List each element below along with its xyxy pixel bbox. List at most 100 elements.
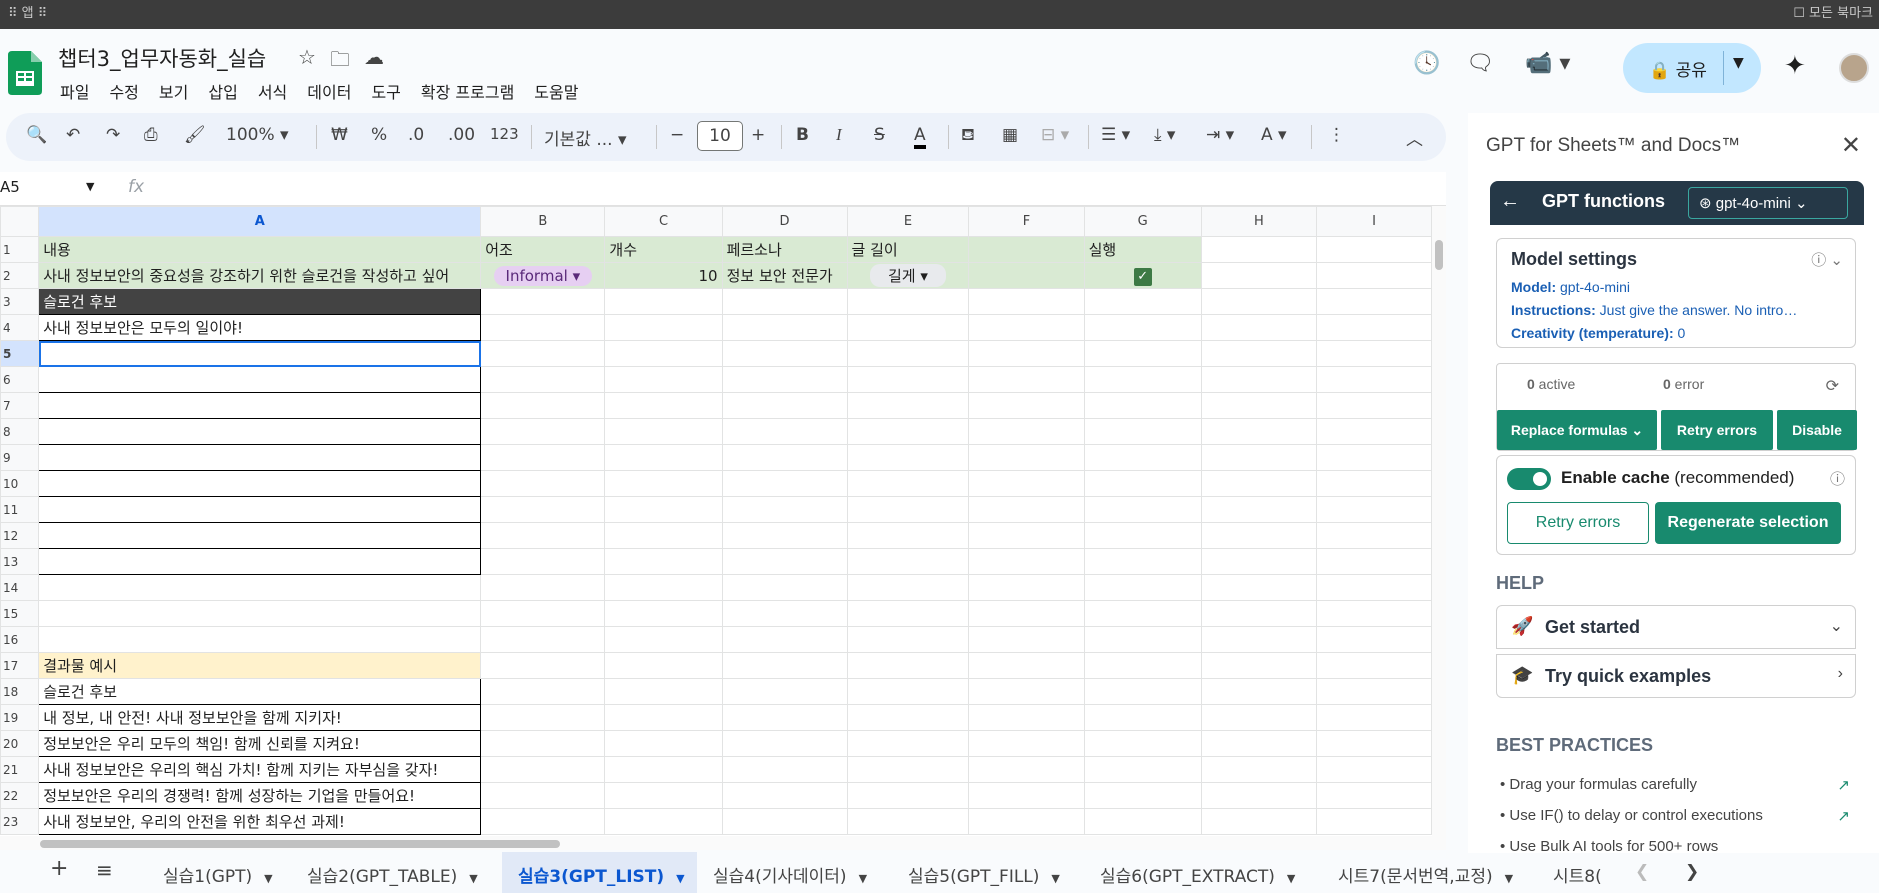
cell[interactable] — [1200, 314, 1318, 341]
cell[interactable] — [604, 314, 723, 341]
cell[interactable] — [480, 652, 606, 679]
scroll-thumb[interactable] — [40, 840, 560, 848]
row-header[interactable]: 5 — [0, 340, 40, 367]
cell[interactable] — [1083, 782, 1202, 809]
cell[interactable] — [968, 704, 1085, 731]
fill-color-icon[interactable]: ⛾ — [961, 125, 975, 147]
cell[interactable] — [1316, 340, 1432, 367]
cell[interactable] — [721, 470, 848, 497]
cell[interactable] — [1083, 314, 1202, 341]
name-box[interactable]: A5 — [0, 178, 100, 196]
cell[interactable] — [1083, 392, 1202, 419]
star-icon[interactable]: ☆ — [298, 45, 316, 79]
cell[interactable] — [846, 548, 970, 575]
cell[interactable] — [1316, 756, 1432, 783]
print-icon[interactable]: ⎙ — [144, 125, 158, 145]
sheet-tab[interactable]: 시트7(문서번역,교정) ▼ — [1338, 862, 1513, 887]
cell-a18[interactable]: 슬로건 후보 — [38, 678, 482, 705]
cell[interactable] — [846, 782, 970, 809]
length-dropdown-chip[interactable]: 길게 ▾ — [870, 264, 946, 287]
row-header[interactable]: 22 — [0, 782, 40, 809]
row-header[interactable]: 12 — [0, 522, 40, 549]
cell[interactable] — [1200, 340, 1318, 367]
cell[interactable] — [968, 756, 1085, 783]
scroll-tabs-left-icon[interactable]: ❮ — [1635, 862, 1649, 882]
help-icon[interactable]: ⓘ — [1830, 468, 1845, 489]
cell[interactable] — [846, 444, 970, 471]
cell[interactable] — [1316, 392, 1432, 419]
borders-icon[interactable]: ▦ — [1002, 125, 1018, 145]
cell-d2[interactable]: 정보 보안 전문가 — [721, 262, 848, 289]
cell[interactable] — [480, 314, 606, 341]
cell[interactable] — [1200, 678, 1318, 705]
cell-i3[interactable] — [1316, 288, 1432, 315]
cell[interactable] — [38, 600, 482, 627]
font-size-increase-icon[interactable]: + — [751, 125, 765, 145]
cell[interactable] — [1316, 808, 1432, 835]
row-header[interactable]: 21 — [0, 756, 40, 783]
column-header-h[interactable]: H — [1200, 206, 1318, 237]
cell[interactable] — [846, 340, 970, 367]
share-dropdown-icon[interactable]: ▼ — [1733, 55, 1744, 71]
best-practice-item[interactable]: • Use IF() to delay or control execution… — [1500, 807, 1850, 825]
column-header-f[interactable]: F — [968, 206, 1085, 237]
cell[interactable] — [1083, 340, 1202, 367]
cell[interactable] — [1083, 470, 1202, 497]
increase-decimal-button[interactable]: .00 — [448, 125, 475, 145]
cell[interactable] — [604, 548, 723, 575]
sheet-tab[interactable]: 실습4(기사데이터) ▼ — [713, 862, 867, 887]
cell[interactable] — [1083, 652, 1202, 679]
cell[interactable] — [604, 600, 723, 627]
more-options-icon[interactable]: ⋮ — [1328, 125, 1345, 145]
cell-a22[interactable]: 정보보안은 우리의 경쟁력! 함께 성장하는 기업을 만들어요! — [38, 782, 482, 809]
best-practice-item[interactable]: • Use Bulk AI tools for 500+ rows — [1500, 838, 1850, 853]
cell[interactable] — [721, 366, 848, 393]
cell[interactable] — [1083, 730, 1202, 757]
row-header[interactable]: 17 — [0, 652, 40, 679]
quick-examples-row[interactable]: 🎓 Try quick examples › — [1496, 654, 1856, 698]
column-header-e[interactable]: E — [846, 206, 970, 237]
sheet-tab[interactable]: 실습1(GPT) ▼ — [163, 862, 273, 887]
cell[interactable] — [1316, 730, 1432, 757]
cell[interactable] — [1316, 782, 1432, 809]
cell[interactable] — [1200, 392, 1318, 419]
cell[interactable] — [1083, 574, 1202, 601]
cell[interactable] — [968, 496, 1085, 523]
cell[interactable] — [480, 678, 606, 705]
menu-extensions[interactable]: 확장 프로그램 — [411, 77, 524, 105]
cell-b2[interactable]: Informal ▾ — [480, 262, 606, 289]
cell[interactable] — [968, 470, 1085, 497]
cell-a20[interactable]: 정보보안은 우리 모두의 책임! 함께 신뢰를 지켜요! — [38, 730, 482, 757]
cell[interactable] — [846, 652, 970, 679]
cell[interactable] — [968, 340, 1085, 367]
all-sheets-icon[interactable]: ≡ — [96, 858, 113, 882]
all-bookmarks[interactable]: ☐ 모든 북마크 — [1793, 2, 1873, 21]
cell[interactable] — [846, 730, 970, 757]
enable-cache-toggle[interactable] — [1507, 468, 1551, 490]
menu-insert[interactable]: 삽입 — [198, 77, 247, 105]
cell[interactable] — [721, 444, 848, 471]
cell[interactable] — [968, 808, 1085, 835]
regenerate-selection-button[interactable]: Regenerate selection — [1655, 502, 1841, 544]
cell[interactable] — [721, 418, 848, 445]
cell[interactable] — [721, 600, 848, 627]
column-header-c[interactable]: C — [604, 206, 723, 237]
cell[interactable] — [604, 704, 723, 731]
row-header[interactable]: 7 — [0, 392, 40, 419]
cell[interactable] — [721, 574, 848, 601]
cell-c3[interactable] — [604, 288, 723, 315]
cell[interactable] — [846, 678, 970, 705]
model-settings-card[interactable]: Model settings ⓘ ⌄ Model: gpt-4o-mini In… — [1496, 238, 1856, 348]
row-header[interactable]: 23 — [0, 808, 40, 835]
cell[interactable] — [1200, 548, 1318, 575]
cloud-saved-icon[interactable]: ☁ — [364, 45, 384, 79]
cell[interactable] — [1200, 626, 1318, 653]
cell[interactable] — [38, 366, 482, 393]
text-rotation-icon[interactable]: A ▾ — [1261, 125, 1287, 145]
sheet-tab[interactable]: 실습6(GPT_EXTRACT) ▼ — [1100, 862, 1295, 887]
column-header-a[interactable]: A — [38, 206, 482, 237]
cell[interactable] — [1200, 444, 1318, 471]
menu-data[interactable]: 데이터 — [297, 77, 361, 105]
cell[interactable] — [846, 496, 970, 523]
info-icon[interactable]: ⓘ ⌄ — [1811, 249, 1843, 270]
